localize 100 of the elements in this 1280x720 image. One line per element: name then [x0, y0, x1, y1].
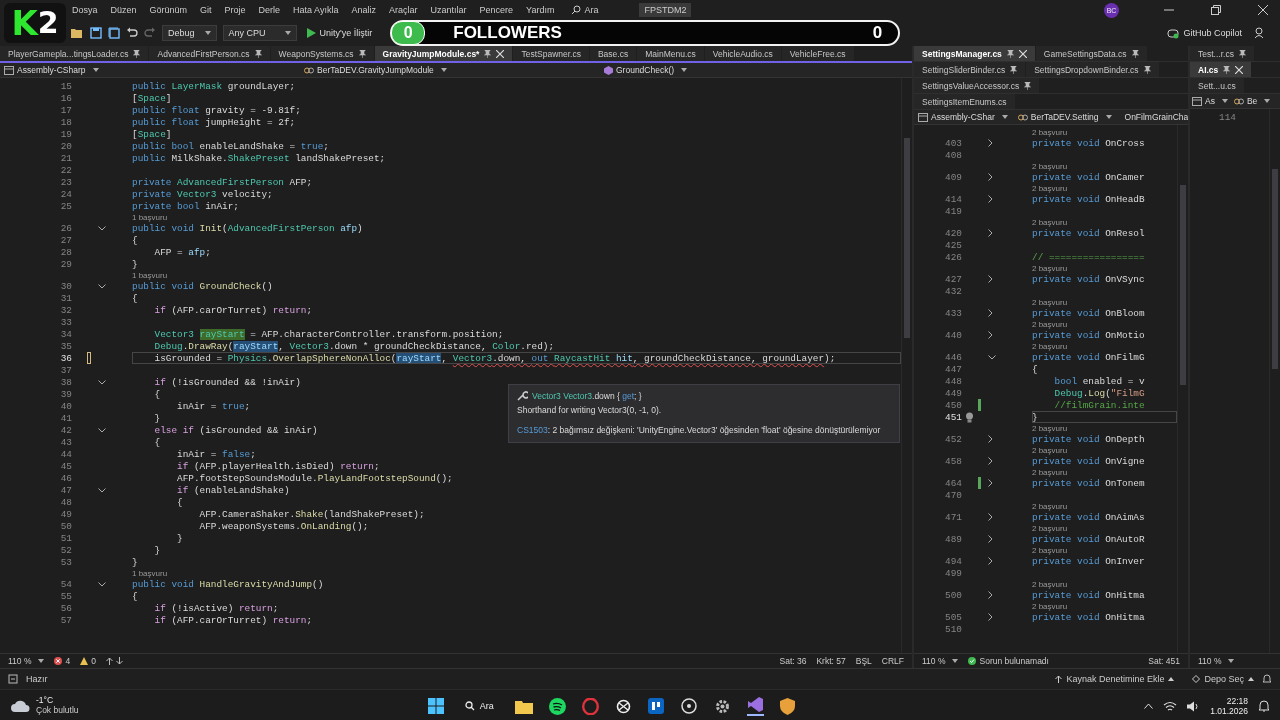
file-tab[interactable]: SettingsValueAccessor.cs [914, 78, 1040, 93]
project-dropdown[interactable]: As [1190, 96, 1230, 106]
source-control-button[interactable]: Kaynak Denetimine Ekle [1055, 674, 1175, 684]
expand-chevron-icon[interactable] [988, 331, 993, 339]
reference-count-link[interactable]: 2 başvuru [1032, 341, 1068, 351]
expand-chevron-icon[interactable] [988, 195, 993, 203]
clock-time[interactable]: 22:18 [1226, 695, 1248, 706]
no-issues-status[interactable]: Sorun bulunamadı [968, 656, 1049, 666]
pin-icon[interactable] [1223, 65, 1231, 74]
expand-chevron-icon[interactable] [988, 613, 993, 621]
reference-count-link[interactable]: 2 başvuru [1032, 263, 1068, 273]
clock-date[interactable]: 1.01.2026 [1210, 706, 1248, 717]
collapse-chevron-icon[interactable] [98, 283, 106, 289]
expand-chevron-icon[interactable] [988, 309, 993, 317]
zoom-level[interactable]: 110 % [8, 656, 45, 666]
folder-icon[interactable] [514, 698, 533, 714]
file-tab[interactable]: PlayerGamepla...tingsLoader.cs [0, 46, 149, 61]
pin-icon[interactable] [1238, 49, 1246, 58]
save-icon[interactable] [90, 27, 102, 39]
reference-count-link[interactable]: 1 başvuru [132, 212, 168, 222]
reference-count-link[interactable]: 2 başvuru [1032, 319, 1068, 329]
file-tab[interactable]: TestSpawner.cs [513, 46, 589, 61]
expand-chevron-icon[interactable] [988, 591, 993, 599]
warning-count[interactable]: 0 [80, 656, 96, 666]
file-tab[interactable]: WeaponSystems.cs [270, 46, 374, 61]
app-icon[interactable] [647, 698, 664, 714]
reference-count-link[interactable]: 2 başvuru [1032, 523, 1068, 533]
menu-item[interactable]: Yardım [526, 5, 555, 15]
bell-icon[interactable] [1262, 674, 1272, 684]
error-code-link[interactable]: CS1503 [517, 425, 548, 435]
expand-chevron-icon[interactable] [988, 535, 993, 543]
redo-icon[interactable] [144, 27, 156, 39]
menu-item[interactable]: Uzantılar [430, 5, 467, 15]
pin-icon[interactable] [133, 49, 141, 58]
menu-item[interactable]: Dosya [72, 5, 98, 15]
zoom-level[interactable]: 110 % [922, 656, 959, 666]
lightbulb-icon[interactable] [964, 411, 974, 423]
notification-bell-icon[interactable] [1258, 699, 1270, 713]
zoom-level[interactable]: 110 % [1198, 656, 1235, 666]
reference-count-link[interactable]: 2 başvuru [1032, 183, 1068, 193]
pin-icon[interactable] [254, 49, 262, 58]
collapse-chevron-icon[interactable] [98, 427, 106, 433]
expand-chevron-icon[interactable] [988, 479, 993, 487]
attach-button[interactable]: Unity'ye İliştir [302, 26, 377, 40]
pin-icon[interactable] [1024, 81, 1032, 90]
expand-chevron-icon[interactable] [988, 557, 993, 565]
error-count[interactable]: 4 [54, 656, 71, 666]
chevron-up-icon[interactable] [1144, 703, 1154, 709]
down-arrow-icon[interactable] [115, 657, 123, 665]
file-tab[interactable]: GameSettingsData.cs [1035, 46, 1147, 61]
feedback-icon[interactable] [1254, 27, 1266, 39]
reference-count-link[interactable]: 2 başvuru [1032, 161, 1068, 171]
platform-dropdown[interactable]: Any CPU [222, 25, 297, 41]
file-tab[interactable]: Test...r.cs [1190, 46, 1254, 61]
menu-item[interactable]: Derle [258, 5, 281, 15]
type-dropdown[interactable]: BerTaDEV.Setting [1013, 112, 1116, 122]
collapse-chevron-icon[interactable] [98, 581, 106, 587]
collapse-chevron-icon[interactable] [988, 354, 996, 360]
pin-icon[interactable] [1010, 65, 1018, 74]
pin-icon[interactable] [358, 49, 366, 58]
menu-item[interactable]: Git [200, 5, 212, 15]
type-dropdown[interactable]: Be [1231, 96, 1273, 106]
reference-count-link[interactable]: 2 başvuru [1032, 601, 1068, 611]
expand-chevron-icon[interactable] [988, 229, 993, 237]
undo-icon[interactable] [126, 27, 138, 39]
expand-chevron-icon[interactable] [988, 275, 993, 283]
file-tab[interactable]: MainMenu.cs [637, 46, 704, 61]
shield-icon[interactable] [779, 697, 795, 715]
search-field[interactable]: Ara [584, 5, 623, 15]
file-tab[interactable]: GravityJumpModule.cs* [374, 46, 513, 61]
file-tab[interactable]: SettingsManager.cs [914, 46, 1035, 61]
menu-item[interactable]: Analiz [351, 5, 376, 15]
windows-start-icon[interactable] [427, 698, 444, 714]
repository-button[interactable]: Depo Seç [1192, 674, 1254, 684]
save-all-icon[interactable] [108, 27, 120, 39]
member-dropdown[interactable]: GroundCheck() [600, 65, 912, 75]
file-tab[interactable]: Sett...u.cs [1190, 78, 1244, 93]
expand-chevron-icon[interactable] [988, 457, 993, 465]
expand-chevron-icon[interactable] [988, 139, 993, 147]
expand-chevron-icon[interactable] [988, 435, 993, 443]
music-app-icon[interactable] [548, 697, 566, 715]
close-tab-icon[interactable] [1235, 65, 1244, 74]
circle-app-icon[interactable] [679, 698, 698, 714]
file-tab[interactable]: SettingSliderBinder.cs [914, 62, 1026, 77]
reference-count-link[interactable]: 2 başvuru [1032, 127, 1068, 137]
browser-icon[interactable] [581, 697, 599, 715]
file-tab[interactable]: AI.cs [1190, 62, 1252, 77]
menu-item[interactable]: Pencere [479, 5, 514, 15]
restore-icon[interactable] [1211, 5, 1221, 15]
gear-icon[interactable] [713, 697, 731, 715]
pin-icon[interactable] [1143, 65, 1151, 74]
project-dropdown[interactable]: Assembly-CShar [914, 112, 1012, 122]
member-dropdown[interactable]: OnFilmGrainCha [1117, 112, 1188, 122]
visual-studio-icon[interactable] [746, 696, 764, 716]
collapse-chevron-icon[interactable] [98, 487, 106, 493]
collapse-chevron-icon[interactable] [98, 225, 106, 231]
reference-count-link[interactable]: 2 başvuru [1032, 501, 1068, 511]
wifi-icon[interactable] [1163, 700, 1178, 712]
file-tab[interactable]: SettingsItemEnums.cs [914, 94, 1015, 109]
reference-count-link[interactable]: 2 başvuru [1032, 423, 1068, 433]
